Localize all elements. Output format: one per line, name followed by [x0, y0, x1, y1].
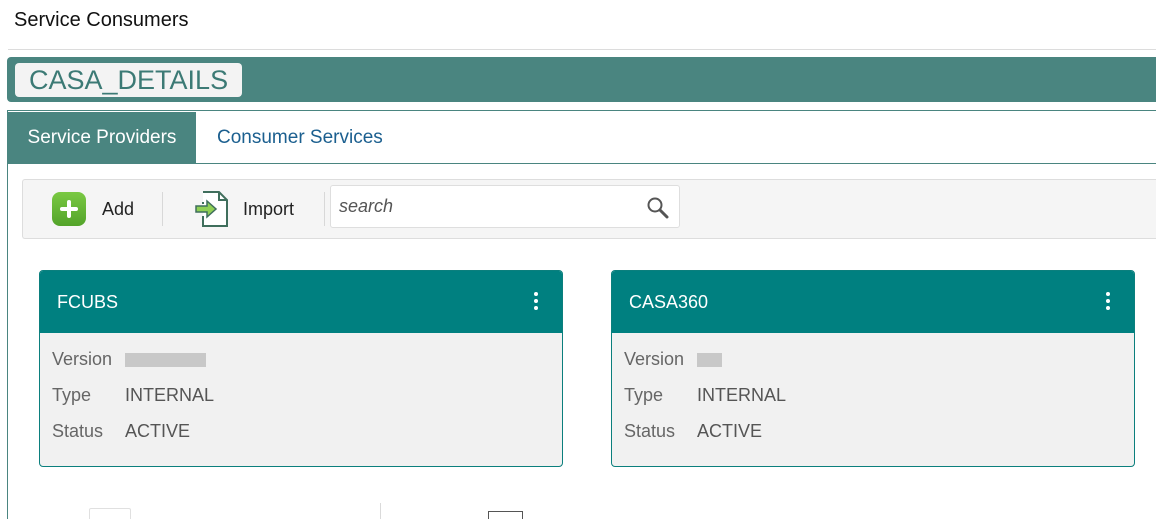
type-value: INTERNAL [697, 385, 787, 405]
consumer-name-chip: CASA_DETAILS [15, 63, 243, 97]
toolbar: Add Import [22, 179, 1156, 239]
search-icon[interactable] [646, 196, 670, 220]
version-label: Version [52, 349, 113, 369]
pagination-fragment [89, 508, 131, 519]
toolbar-separator [324, 192, 325, 226]
add-button[interactable]: Add [52, 180, 134, 238]
toolbar-separator [162, 192, 163, 226]
card-header: CASA360 [612, 271, 1134, 333]
status-label: Status [624, 421, 676, 441]
type-value: INTERNAL [125, 385, 215, 405]
tab-service-providers[interactable]: Service Providers [8, 112, 196, 164]
kebab-menu-icon[interactable] [1106, 292, 1110, 310]
card-header: FCUBS [40, 271, 562, 333]
version-row: Version [624, 349, 722, 370]
type-label: Type [624, 385, 664, 405]
status-row: Status ACTIVE [52, 421, 190, 442]
add-icon [52, 192, 86, 226]
version-value-redacted [125, 352, 206, 367]
status-label: Status [52, 421, 104, 441]
version-value-redacted [697, 352, 722, 367]
version-row: Version [52, 349, 206, 370]
provider-card[interactable]: CASA360 Version Type INTERNAL Status ACT… [611, 270, 1135, 467]
title-divider [8, 49, 1156, 50]
type-label: Type [52, 385, 92, 405]
add-button-label: Add [102, 198, 135, 219]
version-label: Version [624, 349, 685, 369]
import-icon [195, 191, 228, 227]
import-button-label: Import [243, 198, 295, 219]
type-row: Type INTERNAL [52, 385, 214, 406]
pagination-divider [380, 503, 381, 519]
status-value: ACTIVE [125, 421, 191, 441]
search-input[interactable] [331, 186, 647, 227]
kebab-menu-icon[interactable] [534, 292, 538, 310]
import-button[interactable]: Import [195, 180, 294, 238]
tab-divider [196, 163, 1156, 164]
status-row: Status ACTIVE [624, 421, 762, 442]
search-box[interactable] [330, 185, 680, 228]
provider-card[interactable]: FCUBS Version Type INTERNAL Status ACTIV… [39, 270, 563, 467]
type-row: Type INTERNAL [624, 385, 786, 406]
status-value: ACTIVE [697, 421, 763, 441]
consumer-header-bar: CASA_DETAILS [7, 57, 1156, 102]
card-title: FCUBS [57, 292, 119, 312]
card-title: CASA360 [629, 292, 709, 312]
tab-consumer-services[interactable]: Consumer Services [217, 112, 383, 164]
pagination-fragment [488, 511, 523, 519]
page-title: Service Consumers [14, 9, 189, 31]
